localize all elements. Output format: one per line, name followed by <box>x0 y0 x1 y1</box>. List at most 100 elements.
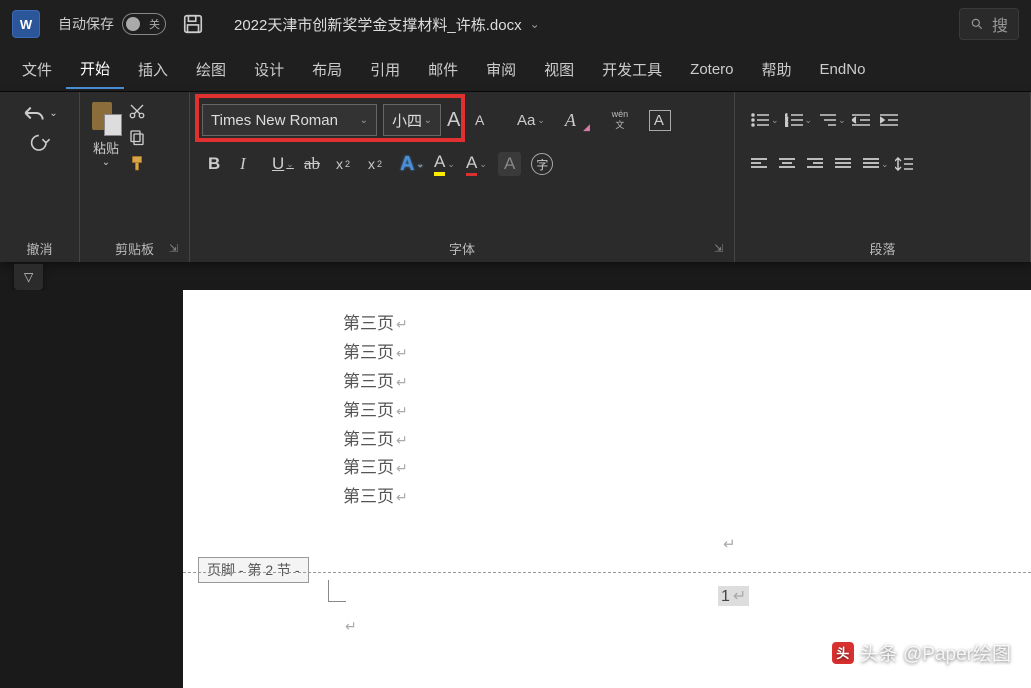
align-center-button[interactable] <box>779 158 801 170</box>
font-group-label: 字体 <box>200 235 724 258</box>
superscript-button[interactable]: x2 <box>368 156 390 172</box>
paste-button[interactable]: 粘贴 ⌄ <box>90 98 122 174</box>
multilevel-list-button[interactable]: ⌄ <box>818 113 846 127</box>
title-chevron-icon[interactable]: ⌄ <box>530 17 540 31</box>
menu-layout[interactable]: 布局 <box>298 51 356 88</box>
clipboard-group-label: 剪贴板 <box>90 235 179 258</box>
menu-file[interactable]: 文件 <box>8 51 66 88</box>
watermark-text: 头条 @Paper绘图 <box>860 639 1011 666</box>
align-right-button[interactable] <box>807 158 829 170</box>
underline-button[interactable]: U⌄ <box>272 154 294 174</box>
footer-boundary <box>183 572 1031 573</box>
word-app-icon: W <box>12 10 40 38</box>
font-group: Times New Roman ⌄ 小四 ⌄ A A Aa⌄ A◢ wén文 A <box>190 92 735 262</box>
highlight-button[interactable]: A⌄ <box>434 152 456 176</box>
margin-corner-icon <box>328 580 346 602</box>
clipboard-group: 粘贴 ⌄ 剪贴板 ⇲ <box>80 92 190 262</box>
format-painter-button[interactable] <box>128 154 146 174</box>
watermark: 头 头条 @Paper绘图 <box>832 639 1011 666</box>
undo-button[interactable]: ⌄ <box>21 102 57 124</box>
page-number-field[interactable]: 1↵ <box>718 586 749 606</box>
menu-zotero[interactable]: Zotero <box>676 53 747 86</box>
ribbon-collapse-button[interactable]: ▽ <box>14 264 43 290</box>
search-placeholder: 搜 <box>992 12 1008 36</box>
chevron-down-icon: ⌄ <box>102 157 110 168</box>
autosave-control[interactable]: 自动保存 关 <box>58 13 166 35</box>
font-color-button[interactable]: A⌄ <box>466 153 488 176</box>
font-name-select[interactable]: Times New Roman ⌄ <box>202 104 377 136</box>
enclose-char-button[interactable]: 字 <box>531 153 553 175</box>
menu-bar: 文件 开始 插入 绘图 设计 布局 引用 邮件 审阅 视图 开发工具 Zoter… <box>0 48 1031 92</box>
align-justify-button[interactable] <box>835 158 857 170</box>
copy-button[interactable] <box>128 128 146 146</box>
char-shading-button[interactable]: A <box>498 152 521 176</box>
menu-draw[interactable]: 绘图 <box>182 51 240 88</box>
number-list-button[interactable]: 123⌄ <box>785 113 813 127</box>
align-left-button[interactable] <box>751 158 773 170</box>
text-line: 第三页↵ <box>343 339 871 368</box>
clear-formatting-button[interactable]: A◢ <box>565 110 587 131</box>
search-box[interactable]: 搜 <box>959 8 1019 40</box>
menu-references[interactable]: 引用 <box>356 51 414 88</box>
page-body[interactable]: 第三页↵ 第三页↵ 第三页↵ 第三页↵ 第三页↵ 第三页↵ 第三页↵ <box>183 290 1031 522</box>
chevron-down-icon: ⌄ <box>360 115 368 126</box>
document-page[interactable]: 第三页↵ 第三页↵ 第三页↵ 第三页↵ 第三页↵ 第三页↵ 第三页↵ ↵ 页脚 … <box>183 290 1031 688</box>
subscript-button[interactable]: x2 <box>336 156 358 172</box>
italic-button[interactable]: I <box>240 154 262 174</box>
paragraph-group: ⌄ 123⌄ ⌄ ⌄ 段落 <box>735 92 1031 262</box>
save-button[interactable] <box>182 13 204 35</box>
line-spacing-button[interactable] <box>895 157 917 171</box>
return-mark-icon: ↵ <box>733 588 746 605</box>
text-line: 第三页↵ <box>343 426 871 455</box>
footer-section-marker[interactable]: 页脚 - 第 2 节 - <box>198 557 309 583</box>
char-border-button[interactable]: A <box>649 110 671 131</box>
return-mark-icon: ↵ <box>345 618 357 635</box>
footer-label: 页脚 - 第 2 节 - <box>198 557 309 583</box>
text-effects-button[interactable]: A⌄ <box>400 153 424 176</box>
menu-endnote[interactable]: EndNo <box>806 53 880 86</box>
grow-font-button[interactable]: A <box>447 109 469 132</box>
menu-developer[interactable]: 开发工具 <box>588 51 676 88</box>
paragraph-group-label: 段落 <box>745 235 1020 258</box>
text-line: 第三页↵ <box>343 483 871 512</box>
document-area: 第三页↵ 第三页↵ 第三页↵ 第三页↵ 第三页↵ 第三页↵ 第三页↵ ↵ 页脚 … <box>0 290 1031 688</box>
phonetic-guide-button[interactable]: wén文 <box>609 110 631 130</box>
watermark-icon: 头 <box>832 642 854 664</box>
menu-view[interactable]: 视图 <box>530 51 588 88</box>
font-size-select[interactable]: 小四 ⌄ <box>383 104 441 136</box>
redo-button[interactable] <box>28 132 52 156</box>
text-line: 第三页↵ <box>343 454 871 483</box>
text-line: 第三页↵ <box>343 310 871 339</box>
chevron-down-icon: ⌄ <box>424 115 432 126</box>
ribbon: ⌄ 撤消 粘贴 ⌄ <box>0 92 1031 262</box>
menu-design[interactable]: 设计 <box>240 51 298 88</box>
change-case-button[interactable]: Aa⌄ <box>517 112 545 129</box>
font-launcher[interactable]: ⇲ <box>714 242 728 256</box>
decrease-indent-button[interactable] <box>852 113 874 127</box>
menu-help[interactable]: 帮助 <box>748 51 806 88</box>
strikethrough-button[interactable]: ab <box>304 154 326 174</box>
undo-group: ⌄ 撤消 <box>0 92 80 262</box>
clipboard-launcher[interactable]: ⇲ <box>169 242 183 256</box>
paste-icon <box>90 98 122 136</box>
return-mark-icon: ↵ <box>723 535 736 553</box>
menu-insert[interactable]: 插入 <box>124 51 182 88</box>
svg-text:3: 3 <box>785 124 788 127</box>
autosave-label: 自动保存 <box>58 14 114 34</box>
return-mark-icon: ↵ <box>396 316 408 332</box>
undo-group-label: 撤消 <box>26 235 52 258</box>
bold-button[interactable]: B <box>208 154 230 174</box>
shrink-font-button[interactable]: A <box>475 112 497 128</box>
document-title[interactable]: 2022天津市创新奖学金支撑材料_许栋.docx <box>234 14 522 35</box>
chevron-down-icon: ⌄ <box>49 108 57 119</box>
cut-button[interactable] <box>128 102 146 120</box>
autosave-toggle[interactable]: 关 <box>122 13 166 35</box>
menu-mailings[interactable]: 邮件 <box>414 51 472 88</box>
increase-indent-button[interactable] <box>880 113 902 127</box>
toggle-knob-icon <box>126 17 140 31</box>
search-icon <box>970 16 984 32</box>
align-distributed-button[interactable]: ⌄ <box>863 158 889 170</box>
menu-home[interactable]: 开始 <box>66 50 124 89</box>
bullet-list-button[interactable]: ⌄ <box>751 113 779 127</box>
menu-review[interactable]: 审阅 <box>472 51 530 88</box>
